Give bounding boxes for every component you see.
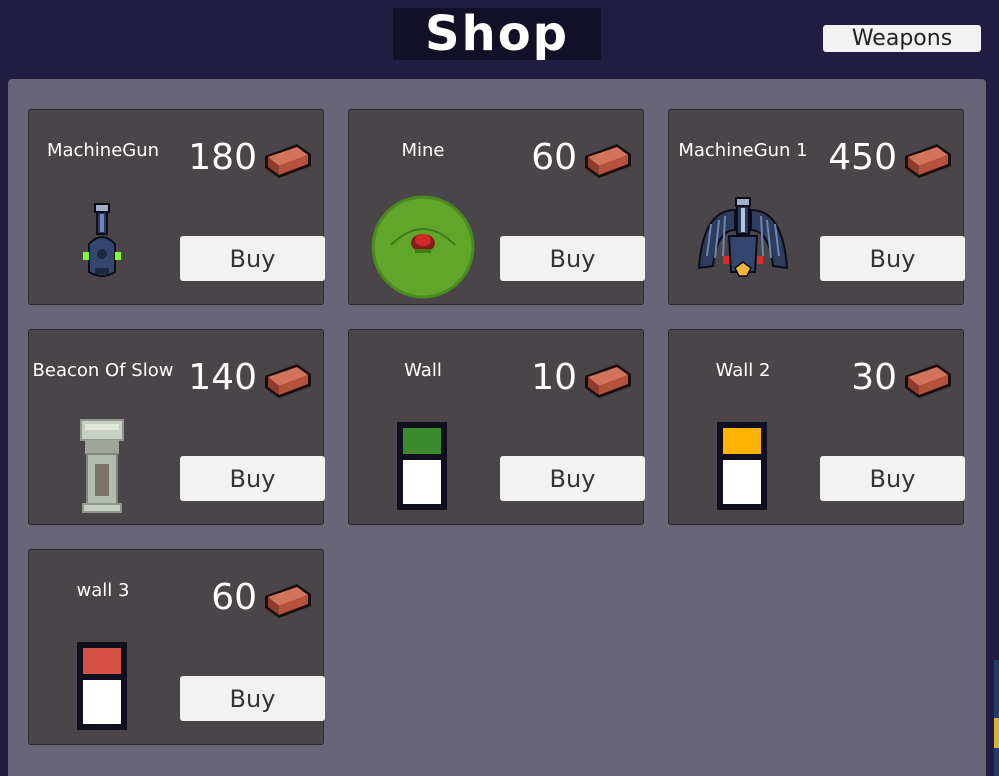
item-name: MachineGun <box>46 140 160 161</box>
shop-card-wall: Wall 10 Buy <box>348 329 645 525</box>
shop-card-beacon-of-slow: Beacon Of Slow 140 Buy <box>28 329 325 525</box>
brick-icon <box>265 584 311 618</box>
buy-button[interactable]: Buy <box>820 456 965 501</box>
item-name: Wall 2 <box>715 360 771 381</box>
wall-icon <box>397 422 447 510</box>
beacon-tower-icon <box>80 419 124 513</box>
winged-turret-icon <box>697 197 789 277</box>
item-name: Beacon Of Slow <box>32 360 174 381</box>
item-price: 10 <box>531 357 577 398</box>
wall-color-swatch <box>83 648 121 674</box>
item-price: 60 <box>531 137 577 178</box>
item-name: wall 3 <box>76 580 130 601</box>
item-price: 30 <box>851 357 897 398</box>
item-name: Wall <box>404 360 442 381</box>
item-price: 140 <box>188 357 257 398</box>
shop-card-machinegun-1: MachineGun 1 450 Buy <box>668 109 965 305</box>
item-price: 60 <box>211 577 257 618</box>
shop-screen: Shop Weapons MachineGun 180 Buy Mine 60 … <box>0 0 999 776</box>
brick-icon <box>585 144 631 178</box>
buy-button[interactable]: Buy <box>820 236 965 281</box>
buy-button[interactable]: Buy <box>180 676 325 721</box>
buy-button[interactable]: Buy <box>180 236 325 281</box>
brick-icon <box>585 364 631 398</box>
wall-color-swatch <box>403 428 441 454</box>
item-name: MachineGun 1 <box>678 140 808 161</box>
machine-gun-turret-icon <box>83 203 121 277</box>
shop-card-mine: Mine 60 Buy <box>348 109 645 305</box>
buy-button[interactable]: Buy <box>500 236 645 281</box>
brick-icon <box>905 364 951 398</box>
background-edge <box>994 660 999 776</box>
shop-card-wall-2: Wall 2 30 Buy <box>668 329 965 525</box>
shop-panel: MachineGun 180 Buy Mine 60 Buy MachineGu… <box>8 79 986 776</box>
item-price: 180 <box>188 137 257 178</box>
brick-icon <box>905 144 951 178</box>
wall-icon <box>77 642 127 730</box>
mine-icon <box>371 195 475 299</box>
weapons-button[interactable]: Weapons <box>823 25 981 52</box>
shop-card-wall-3: wall 3 60 Buy <box>28 549 325 745</box>
buy-button[interactable]: Buy <box>180 456 325 501</box>
wall-color-swatch <box>723 428 761 454</box>
buy-button[interactable]: Buy <box>500 456 645 501</box>
shop-title: Shop <box>393 6 601 62</box>
wall-icon <box>717 422 767 510</box>
shop-card-machinegun: MachineGun 180 Buy <box>28 109 325 305</box>
brick-icon <box>265 144 311 178</box>
item-name: Mine <box>401 140 445 161</box>
item-price: 450 <box>828 137 897 178</box>
brick-icon <box>265 364 311 398</box>
